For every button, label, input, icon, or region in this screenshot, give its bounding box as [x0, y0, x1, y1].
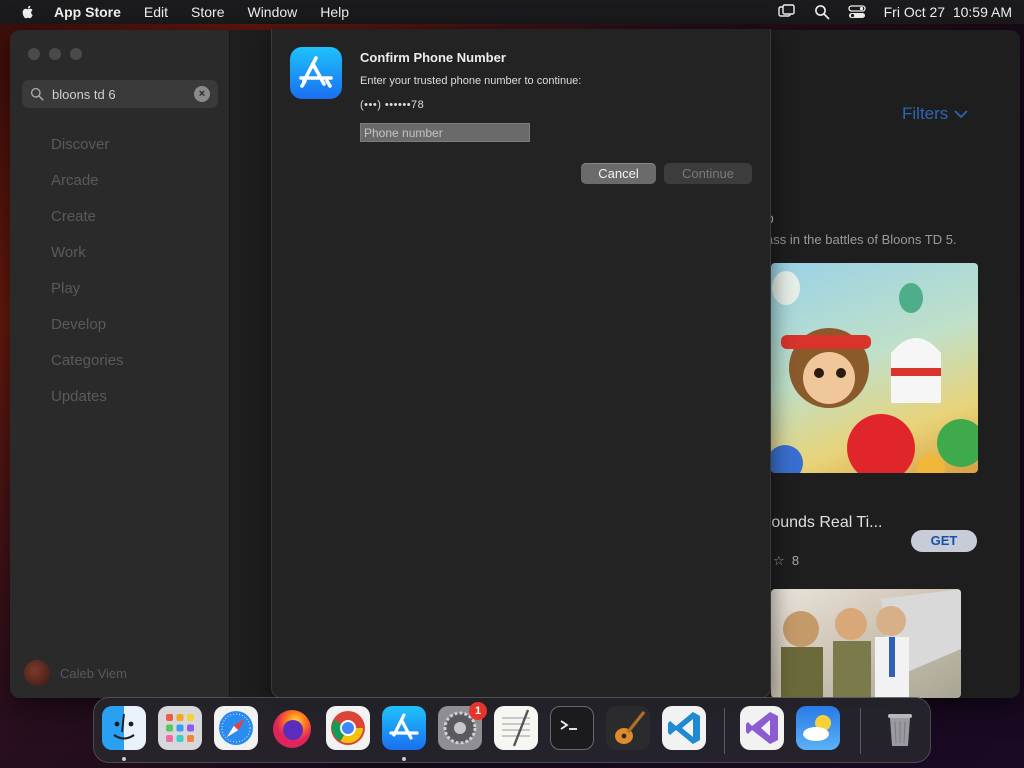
menu-store[interactable]: Store	[191, 4, 224, 20]
result-2-screenshot[interactable]	[771, 589, 961, 698]
avatar	[24, 660, 50, 686]
dock-launchpad-icon[interactable]	[158, 706, 202, 750]
apple-logo-icon[interactable]	[20, 4, 36, 20]
menu-edit[interactable]: Edit	[144, 4, 168, 20]
dock-finder-running-indicator	[122, 757, 126, 761]
account-profile[interactable]: Caleb Viem	[24, 660, 127, 686]
dialog-prompt: Enter your trusted phone number to conti…	[360, 75, 582, 87]
menu-window[interactable]: Window	[247, 4, 297, 20]
dock-textedit-icon[interactable]	[494, 706, 538, 750]
zoom-window-button[interactable]	[70, 48, 82, 60]
dock-garageband-icon[interactable]	[606, 706, 650, 750]
dock-firefox-icon[interactable]	[270, 706, 314, 750]
chevron-down-icon	[954, 110, 968, 119]
search-input-value[interactable]: bloons td 6	[52, 87, 116, 102]
dock-app-store-icon[interactable]	[382, 706, 426, 750]
masked-phone-number: (•••) ••••••78	[360, 99, 425, 111]
dock: 1	[93, 697, 931, 763]
get-button[interactable]: GET	[911, 530, 977, 552]
window-controls	[28, 48, 82, 60]
sidebar-item-categories[interactable]: Categories	[51, 351, 124, 387]
control-center-icon[interactable]	[847, 4, 866, 20]
sidebar-item-work[interactable]: Work	[51, 243, 124, 279]
dialog-title: Confirm Phone Number	[360, 50, 506, 65]
sidebar-item-arcade[interactable]: Arcade	[51, 171, 124, 207]
spotlight-search-icon[interactable]	[814, 4, 830, 20]
dock-separator	[724, 708, 725, 754]
result-1-subtitle: ass in the battles of Bloons TD 5.	[766, 232, 957, 247]
dock-vscode-icon[interactable]	[662, 706, 706, 750]
filters-button[interactable]: Filters	[902, 104, 968, 124]
dock-terminal-icon[interactable]	[550, 706, 594, 750]
dock-weather-icon[interactable]	[796, 706, 840, 750]
dock-trash-icon[interactable]	[878, 706, 922, 750]
soldiers-artwork-icon	[781, 589, 961, 698]
filters-label: Filters	[902, 104, 949, 123]
menu-app-name[interactable]: App Store	[54, 4, 121, 20]
sidebar-item-develop[interactable]: Develop	[51, 315, 124, 351]
app-store-icon	[290, 47, 342, 99]
clear-search-icon[interactable]: ×	[194, 86, 210, 102]
close-window-button[interactable]	[28, 48, 40, 60]
search-icon	[30, 87, 44, 101]
minimize-window-button[interactable]	[49, 48, 61, 60]
search-field[interactable]: bloons td 6 ×	[22, 80, 218, 108]
sidebar-item-updates[interactable]: Updates	[51, 387, 124, 423]
menu-bar: App Store Edit Store Window Help Fri Oct…	[0, 0, 1024, 24]
dock-safari-icon[interactable]	[214, 706, 258, 750]
sidebar-nav: Discover Arcade Create Work Play Develop…	[51, 135, 124, 423]
cancel-button[interactable]: Cancel	[581, 163, 656, 184]
screen-mirroring-icon[interactable]	[777, 4, 796, 20]
dock-app-store-running-indicator	[402, 757, 406, 761]
bloons-monkey-artwork-icon	[771, 271, 978, 473]
sidebar-item-discover[interactable]: Discover	[51, 135, 124, 171]
result-2-rating: ☆ 8	[773, 553, 800, 568]
sidebar-item-play[interactable]: Play	[51, 279, 124, 315]
account-name: Caleb Viem	[60, 665, 127, 681]
dock-finder-icon[interactable]	[102, 706, 146, 750]
menu-bar-clock[interactable]: Fri Oct 27 10:59 AM	[884, 4, 1012, 20]
system-settings-notification-badge: 1	[469, 702, 487, 720]
result-1-screenshot[interactable]	[771, 263, 978, 473]
menu-help[interactable]: Help	[320, 4, 349, 20]
sidebar-item-create[interactable]: Create	[51, 207, 124, 243]
phone-number-input[interactable]	[360, 123, 530, 142]
dock-visual-studio-icon[interactable]	[740, 706, 784, 750]
dock-separator-trash	[860, 708, 861, 754]
confirm-phone-dialog: Confirm Phone Number Enter your trusted …	[271, 29, 771, 698]
sidebar: bloons td 6 × Discover Arcade Create Wor…	[10, 30, 230, 698]
result-2-title[interactable]: rounds Real Ti...	[766, 514, 883, 532]
dock-chrome-icon[interactable]	[326, 706, 370, 750]
continue-button[interactable]: Continue	[664, 163, 752, 184]
menu-bar-status-area: Fri Oct 27 10:59 AM	[777, 4, 1012, 20]
